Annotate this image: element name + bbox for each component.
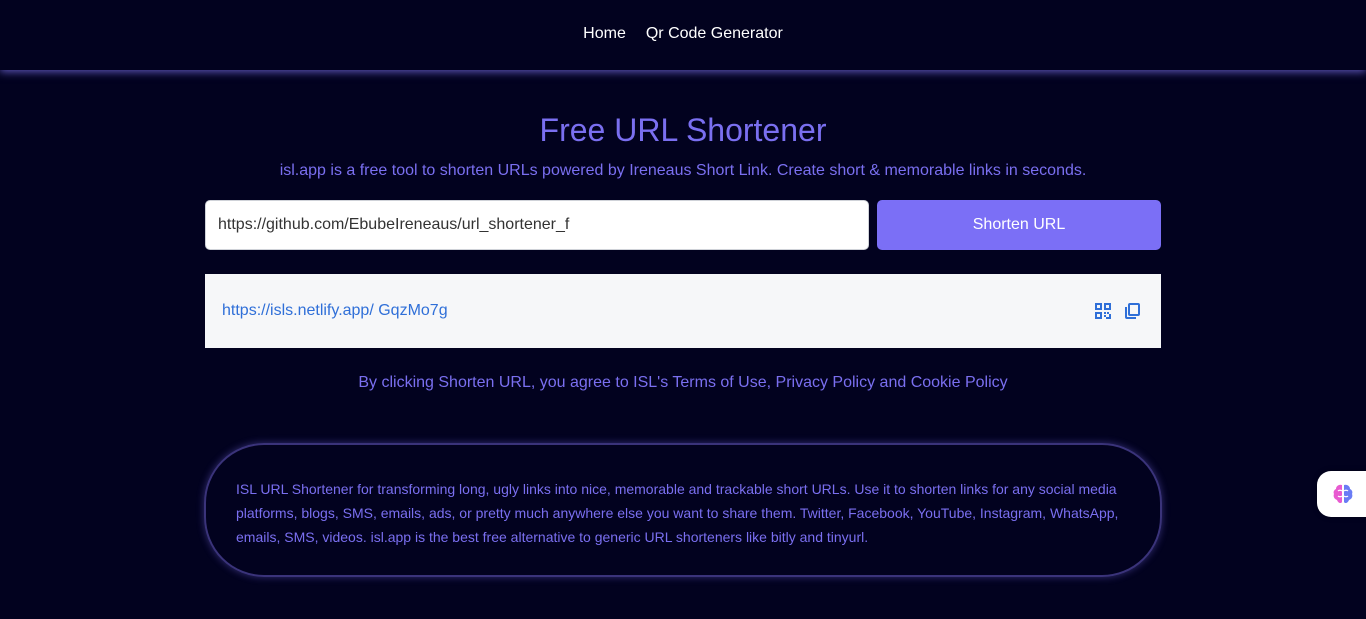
result-box: https://isls.netlify.app/ GqzMo7g <box>205 274 1161 348</box>
nav-home-link[interactable]: Home <box>583 25 626 43</box>
nav-qr-code-generator-link[interactable]: Qr Code Generator <box>646 25 783 43</box>
shorten-url-button[interactable]: Shorten URL <box>877 200 1161 250</box>
short-url-link[interactable]: https://isls.netlify.app/ GqzMo7g <box>222 302 448 320</box>
info-box: ISL URL Shortener for transforming long,… <box>204 443 1162 577</box>
page-subtitle: isl.app is a free tool to shorten URLs p… <box>279 162 1087 179</box>
page-title: Free URL Shortener <box>539 112 827 148</box>
copy-icon[interactable] <box>1125 303 1141 319</box>
terms-notice: By clicking Shorten URL, you agree to IS… <box>358 374 1008 391</box>
url-input[interactable] <box>205 200 869 250</box>
result-actions <box>1095 303 1141 319</box>
info-text: ISL URL Shortener for transforming long,… <box>236 481 1119 545</box>
top-nav: Home Qr Code Generator <box>0 0 1366 70</box>
assistant-widget[interactable] <box>1317 471 1366 517</box>
qr-code-icon[interactable] <box>1095 303 1111 319</box>
